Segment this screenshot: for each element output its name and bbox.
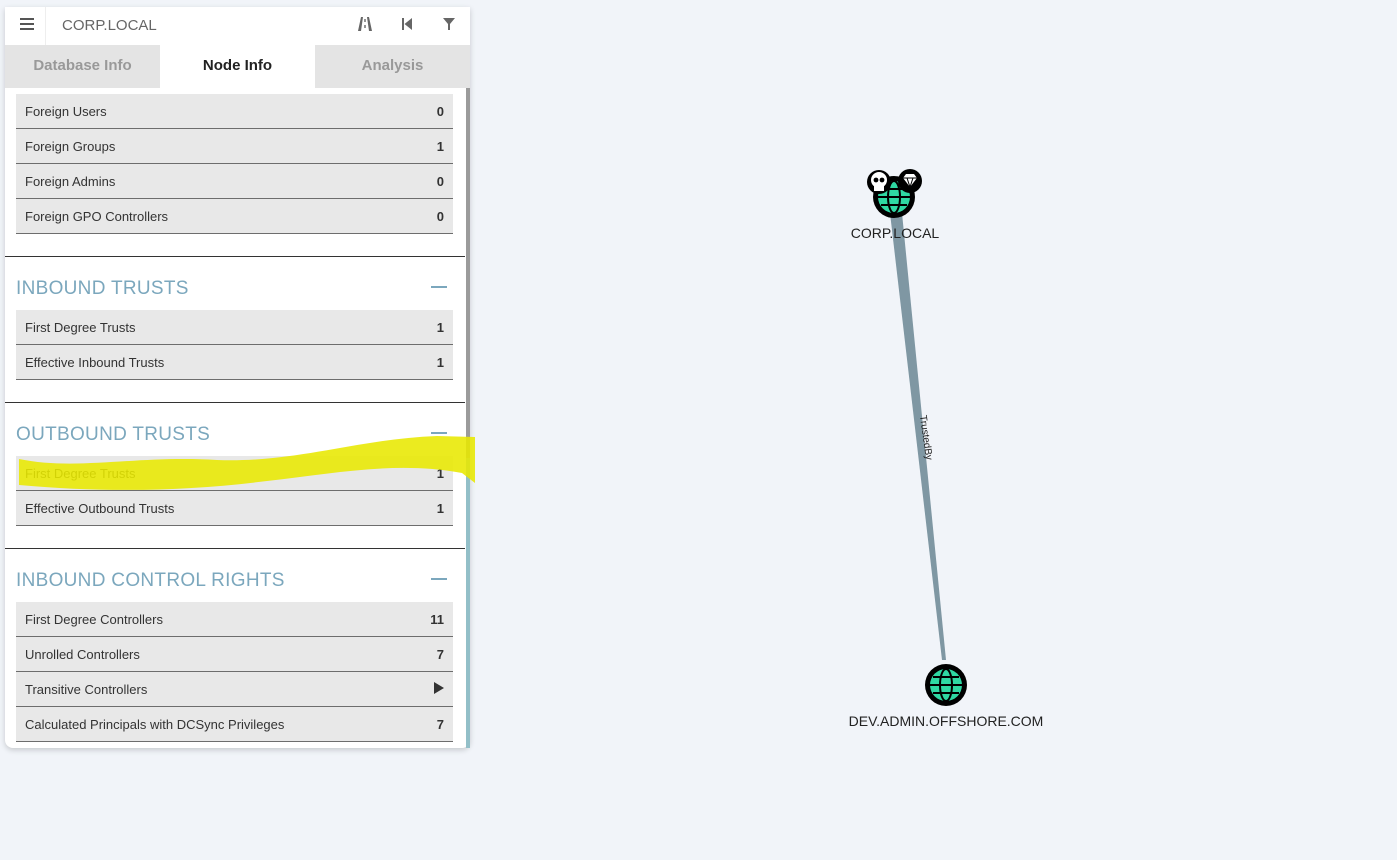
row-label: Foreign Users xyxy=(25,104,107,119)
row-label: First Degree Trusts xyxy=(25,320,136,335)
row-value: 1 xyxy=(436,355,444,370)
section-title-inbound-trusts: INBOUND TRUSTS xyxy=(16,278,189,299)
search-bar xyxy=(5,7,470,45)
search-input[interactable] xyxy=(60,16,334,35)
row-value: 1 xyxy=(436,466,444,481)
table-row[interactable]: Effective Outbound Trusts 1 xyxy=(16,491,453,526)
row-label: Effective Inbound Trusts xyxy=(25,355,165,370)
row-label: Effective Outbound Trusts xyxy=(25,501,175,516)
row-label: Calculated Principals with DCSync Privil… xyxy=(25,717,285,732)
table-row[interactable]: Calculated Principals with DCSync Privil… xyxy=(16,707,453,742)
section-title-inbound-control-rights: INBOUND CONTROL RIGHTS xyxy=(16,570,285,591)
table-row[interactable]: Unrolled Controllers 7 xyxy=(16,637,453,672)
table-row[interactable]: Effective Inbound Trusts 1 xyxy=(16,345,453,380)
section-title-outbound-trusts: OUTBOUND TRUSTS xyxy=(16,424,211,445)
row-value: 1 xyxy=(436,139,444,154)
collapse-icon[interactable] xyxy=(431,286,447,288)
search-separator xyxy=(45,7,46,45)
menu-icon[interactable] xyxy=(20,16,34,30)
section-divider xyxy=(5,256,465,257)
table-row[interactable]: Foreign Admins 0 xyxy=(16,164,453,199)
graph-canvas[interactable]: TrustedBy CORP.LOCAL DEV.ADMIN.OFFSHORE.… xyxy=(470,0,1397,860)
tab-analysis[interactable]: Analysis xyxy=(315,45,470,88)
graph-svg: TrustedBy xyxy=(867,169,967,706)
node-label-dev: DEV.ADMIN.OFFSHORE.COM xyxy=(848,713,1044,729)
tab-bar: Database Info Node Info Analysis xyxy=(5,45,470,88)
road-icon[interactable] xyxy=(356,15,374,33)
collapse-icon[interactable] xyxy=(431,578,447,580)
diamond-icon xyxy=(898,169,922,193)
filter-icon[interactable] xyxy=(440,15,458,33)
node-label-corp: CORP.LOCAL xyxy=(850,225,940,241)
row-label: Transitive Controllers xyxy=(25,682,148,697)
row-value: 1 xyxy=(436,320,444,335)
row-label: Foreign Admins xyxy=(25,174,116,189)
row-value: 11 xyxy=(430,612,444,627)
row-label: First Degree Trusts xyxy=(25,466,136,481)
domain-node-dev[interactable] xyxy=(925,664,967,706)
row-value: 0 xyxy=(436,174,444,189)
trust-edge[interactable] xyxy=(890,213,946,660)
table-row[interactable]: Foreign Groups 1 xyxy=(16,129,453,164)
section-divider xyxy=(5,402,465,403)
row-value: 1 xyxy=(436,501,444,516)
tab-database-info[interactable]: Database Info xyxy=(5,45,160,88)
tab-node-info[interactable]: Node Info xyxy=(160,45,315,88)
section-divider xyxy=(5,548,465,549)
table-row[interactable]: Foreign GPO Controllers 0 xyxy=(16,199,453,234)
table-row[interactable]: First Degree Controllers 11 xyxy=(16,602,453,637)
table-row[interactable]: Transitive Controllers xyxy=(16,672,453,707)
node-info-panel: Database Info Node Info Analysis Foreign… xyxy=(5,7,470,748)
skip-back-icon[interactable] xyxy=(398,15,416,33)
row-value: 0 xyxy=(436,209,444,224)
table-row[interactable]: Foreign Users 0 xyxy=(16,94,453,129)
table-row[interactable]: First Degree Trusts 1 xyxy=(16,456,453,491)
table-row[interactable]: First Degree Trusts 1 xyxy=(16,310,453,345)
row-label: Unrolled Controllers xyxy=(25,647,140,662)
row-value: 7 xyxy=(436,647,444,662)
row-label: Foreign GPO Controllers xyxy=(25,209,169,224)
collapse-icon[interactable] xyxy=(431,432,447,434)
skull-icon xyxy=(867,170,891,194)
row-label: Foreign Groups xyxy=(25,139,116,154)
node-info-content: Foreign Users 0 Foreign Groups 1 Foreign A… xyxy=(5,88,470,748)
row-label: First Degree Controllers xyxy=(25,612,163,627)
row-value: 7 xyxy=(436,717,444,732)
expand-arrow-icon[interactable] xyxy=(434,682,444,694)
row-value: 0 xyxy=(436,104,444,119)
